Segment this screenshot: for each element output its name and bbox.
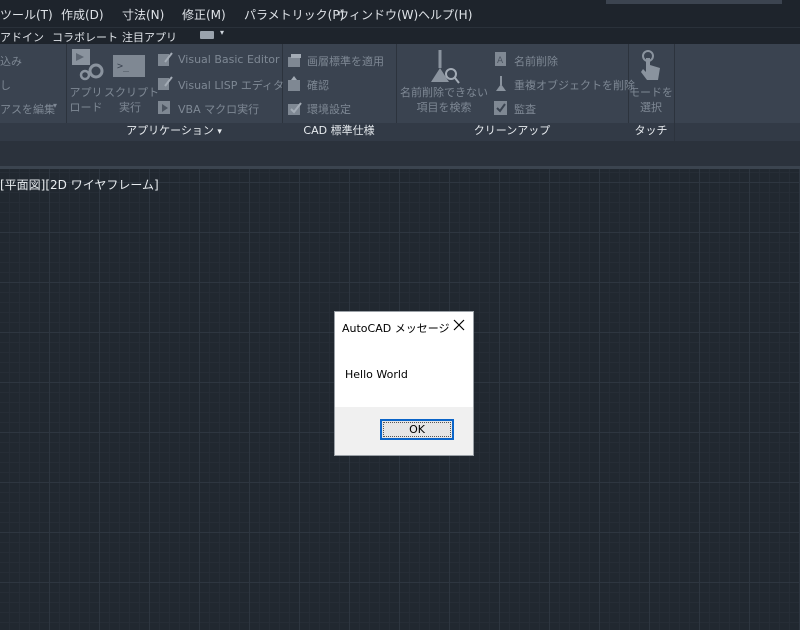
chevron-down-icon[interactable]: ▾ xyxy=(220,28,224,37)
load-application-icon xyxy=(72,49,104,81)
dialog-message: Hello World xyxy=(345,368,408,381)
ribbon-item-partial-3[interactable]: アスを編集 xyxy=(0,101,55,117)
panel-title-cleanup: クリーンアップ xyxy=(473,124,551,137)
menu-help[interactable]: ヘルプ(H) xyxy=(418,6,472,23)
chevron-down-icon: ▾ xyxy=(217,127,222,137)
delete-duplicate-objects-button[interactable]: 重複オブジェクトを削除 xyxy=(514,77,635,93)
apply-layer-standards-button[interactable]: 画層標準を適用 xyxy=(307,53,384,69)
check-standards-icon xyxy=(288,76,300,91)
load-application-line2: ロード xyxy=(69,101,103,114)
visual-lisp-editor-button[interactable]: Visual LISP エディタ xyxy=(178,77,284,93)
ribbon: 込み し アスを編集 ▾ アプリ ロード >_ スクリプト 実行 Visual xyxy=(0,44,800,141)
audit-button[interactable]: 監査 xyxy=(514,101,536,117)
menu-draw[interactable]: 作成(D) xyxy=(61,6,104,23)
tab-addins[interactable]: アドイン xyxy=(0,29,44,45)
tab-collaborate[interactable]: コラボレート xyxy=(52,29,118,45)
run-script-button[interactable]: スクリプト 実行 xyxy=(104,85,159,115)
search-box[interactable] xyxy=(606,0,782,4)
find-nonpurgeable-button[interactable]: 名前削除できない 項目を検索 xyxy=(398,85,490,115)
load-application-line1: アプリ xyxy=(69,86,103,99)
audit-icon xyxy=(494,101,507,115)
svg-text:A: A xyxy=(497,56,504,66)
select-mode-line2: 選択 xyxy=(640,101,662,114)
standards-settings-icon xyxy=(288,102,302,115)
check-standards-button[interactable]: 確認 xyxy=(307,77,329,93)
vba-editor-icon xyxy=(158,52,173,66)
panel-cleanup: 名前削除できない 項目を検索 A 名前削除 重複オブジェクトを削除 監査 クリー… xyxy=(396,44,635,141)
svg-text:>_: >_ xyxy=(117,61,130,72)
panel-cad-standards: 画層標準を適用 確認 環境設定 CAD 標準仕様 xyxy=(282,44,397,141)
find-nonpurgeable-line1: 名前削除できない xyxy=(400,86,488,99)
panel-title-bar xyxy=(0,123,66,141)
select-mode-line1: モードを xyxy=(629,86,673,99)
purge-icon: A xyxy=(495,52,506,66)
load-application-button[interactable]: アプリ ロード xyxy=(68,85,104,115)
run-script-line2: 実行 xyxy=(119,101,141,114)
chevron-down-icon[interactable]: ▾ xyxy=(53,101,57,110)
ribbon-tab-bar: アドイン コラボレート 注目アプリ ▾ xyxy=(0,27,800,45)
close-icon[interactable] xyxy=(451,317,467,333)
find-nonpurgeable-line2: 項目を検索 xyxy=(416,101,472,114)
panel-touch: モードを 選択 タッチ xyxy=(628,44,675,141)
purge-button[interactable]: 名前削除 xyxy=(514,53,558,69)
menu-dimension[interactable]: 寸法(N) xyxy=(122,6,164,23)
panel-partial-left: 込み し アスを編集 ▾ xyxy=(0,44,67,141)
ribbon-item-partial-1[interactable]: 込み xyxy=(0,53,22,69)
ribbon-item-partial-2[interactable]: し xyxy=(0,77,11,93)
run-script-icon: >_ xyxy=(113,55,145,77)
tab-featured-apps[interactable]: 注目アプリ xyxy=(122,29,177,45)
delete-duplicates-icon xyxy=(496,76,506,91)
select-mode-button[interactable]: モードを 選択 xyxy=(626,85,676,115)
menu-modify[interactable]: 修正(M) xyxy=(182,6,226,23)
file-tab-band xyxy=(0,141,800,166)
dialog-footer: OK xyxy=(335,407,473,455)
run-script-line1: スクリプト xyxy=(104,86,159,99)
panel-applications: アプリ ロード >_ スクリプト 実行 Visual Basic Editor … xyxy=(66,44,284,141)
vba-macro-run-button[interactable]: VBA マクロ実行 xyxy=(178,101,259,117)
viewport-controls-label[interactable]: [平面図][2D ワイヤフレーム] xyxy=(0,176,159,193)
menu-parametric[interactable]: パラメトリック(P) xyxy=(244,6,344,23)
menu-tools[interactable]: ツール(T) xyxy=(0,6,53,23)
vba-macro-run-icon xyxy=(158,101,170,114)
panel-title-applications[interactable]: アプリケーション ▾ xyxy=(66,122,282,138)
standards-settings-button[interactable]: 環境設定 xyxy=(307,101,351,117)
menu-window[interactable]: ウィンドウ(W) xyxy=(337,6,418,23)
message-dialog: AutoCAD メッセージ Hello World OK xyxy=(334,311,474,456)
ribbon-title-row-empty xyxy=(675,123,800,141)
dialog-title: AutoCAD メッセージ xyxy=(342,322,450,335)
menu-bar: ツール(T) 作成(D) 寸法(N) 修正(M) パラメトリック(P) ウィンド… xyxy=(0,0,800,27)
panel-title-touch: タッチ xyxy=(634,124,668,137)
find-nonpurgeable-icon xyxy=(431,50,460,84)
touch-hand-icon xyxy=(641,50,660,80)
visual-lisp-editor-icon xyxy=(158,76,173,90)
ok-button[interactable]: OK xyxy=(380,419,454,440)
panel-title-applications-label: アプリケーション xyxy=(126,124,214,137)
panel-title-cad-standards: CAD 標準仕様 xyxy=(303,124,375,137)
layer-standards-icon xyxy=(288,54,301,67)
vba-editor-button[interactable]: Visual Basic Editor xyxy=(178,53,280,66)
ribbon-display-icon[interactable] xyxy=(200,31,214,39)
